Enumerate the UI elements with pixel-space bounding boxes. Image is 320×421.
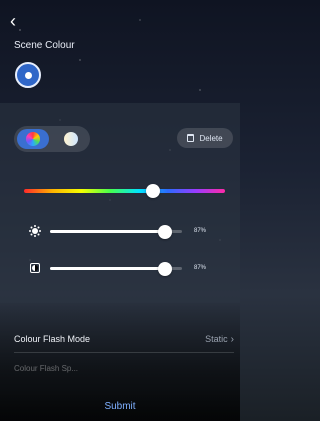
trash-icon (187, 134, 195, 142)
submit-label: Submit (104, 400, 136, 412)
scene-color-swatch[interactable] (15, 62, 41, 88)
brightness-row: 87% (28, 223, 228, 239)
page-title: Scene Colour (14, 40, 75, 51)
temperature-mode-button[interactable] (55, 129, 87, 149)
hue-slider[interactable] (24, 184, 225, 198)
color-wheel-icon (26, 132, 40, 146)
flash-mode-current: Static (205, 334, 228, 344)
flash-mode-label: Colour Flash Mode (14, 334, 91, 344)
brightness-fill (50, 229, 165, 233)
chevron-right-icon: › (230, 333, 234, 345)
saturation-percent: 87% (194, 265, 207, 271)
brightness-percent: 87% (194, 228, 207, 234)
delete-button[interactable]: Delete (177, 128, 233, 148)
divider (14, 352, 234, 353)
color-mode-toggle[interactable] (14, 126, 90, 152)
contrast-icon (28, 261, 42, 275)
chevron-left-icon: ‹ (10, 11, 16, 31)
flash-speed-label: Colour Flash Sp... (14, 364, 79, 373)
sun-icon (28, 224, 42, 238)
saturation-slider[interactable] (50, 261, 182, 276)
saturation-slider-thumb[interactable] (157, 261, 172, 276)
submit-button[interactable]: Submit (0, 391, 240, 421)
selected-dot (24, 71, 32, 79)
flash-mode-value: Static › (205, 334, 234, 345)
back-button[interactable]: ‹ (10, 12, 28, 30)
flash-mode-row[interactable]: Colour Flash Mode Static › (14, 331, 234, 347)
temperature-icon (64, 132, 78, 146)
hue-slider-thumb[interactable] (145, 184, 160, 198)
saturation-fill (50, 266, 165, 270)
brightness-slider-thumb[interactable] (157, 224, 172, 239)
color-wheel-mode-button[interactable] (17, 129, 49, 149)
delete-label: Delete (199, 133, 223, 143)
brightness-slider[interactable] (50, 224, 182, 239)
saturation-row: 87% (28, 260, 228, 276)
